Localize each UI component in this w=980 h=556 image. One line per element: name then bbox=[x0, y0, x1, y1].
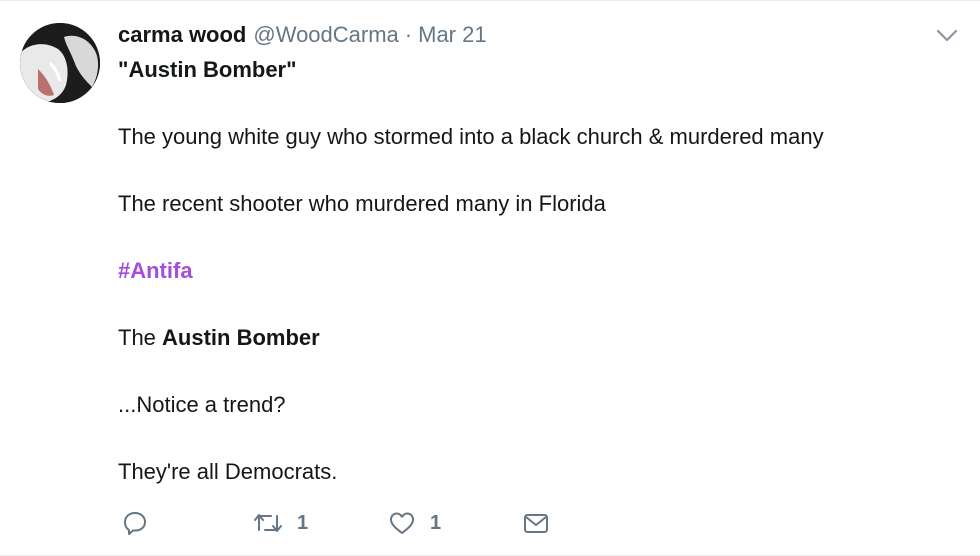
reply-button[interactable] bbox=[122, 505, 148, 541]
retweet-button[interactable]: 1 bbox=[253, 505, 308, 541]
tweet-line: They're all Democrats. bbox=[118, 459, 338, 484]
author-handle[interactable]: @WoodCarma bbox=[253, 21, 398, 49]
tweet-line: ...Notice a trend? bbox=[118, 392, 286, 417]
tweet-actions: 1 1 bbox=[118, 505, 578, 541]
avatar-photo-icon bbox=[20, 23, 100, 103]
author-avatar[interactable] bbox=[20, 23, 100, 103]
tweet-line: The young white guy who stormed into a b… bbox=[118, 124, 824, 149]
tweet-text: "Austin Bomber" The young white guy who … bbox=[118, 55, 958, 487]
retweet-count: 1 bbox=[297, 511, 309, 534]
bold-phrase: Austin Bomber bbox=[162, 325, 320, 350]
envelope-icon bbox=[524, 514, 548, 533]
tweet-line: The recent shooter who murdered many in … bbox=[118, 191, 606, 216]
line-prefix: The bbox=[118, 325, 163, 350]
close-quote: " bbox=[286, 57, 297, 82]
tweet-date[interactable]: Mar 21 bbox=[418, 21, 486, 49]
open-quote: " bbox=[118, 57, 129, 82]
tweet-menu-button[interactable] bbox=[934, 27, 960, 45]
tweet-line: The Austin Bomber bbox=[118, 323, 958, 353]
author-name[interactable]: carma wood bbox=[118, 21, 246, 49]
tweet-line-hashtag: #Antifa bbox=[118, 256, 958, 286]
chevron-down-icon bbox=[936, 29, 958, 42]
direct-message-button[interactable] bbox=[522, 505, 550, 541]
like-button[interactable]: 1 bbox=[388, 505, 441, 541]
bold-phrase: Austin Bomber bbox=[128, 57, 287, 82]
tweet-header: carma wood @WoodCarma · Mar 21 bbox=[118, 21, 487, 49]
retweet-icon bbox=[254, 514, 282, 532]
header-separator: · bbox=[404, 22, 413, 47]
tweet-card[interactable]: carma wood @WoodCarma · Mar 21 "Austin B… bbox=[0, 0, 980, 556]
hashtag-link[interactable]: #Antifa bbox=[118, 258, 193, 283]
reply-icon bbox=[124, 512, 146, 535]
tweet-line-title: "Austin Bomber" bbox=[118, 55, 958, 85]
heart-icon bbox=[390, 512, 414, 534]
like-count: 1 bbox=[430, 511, 442, 534]
